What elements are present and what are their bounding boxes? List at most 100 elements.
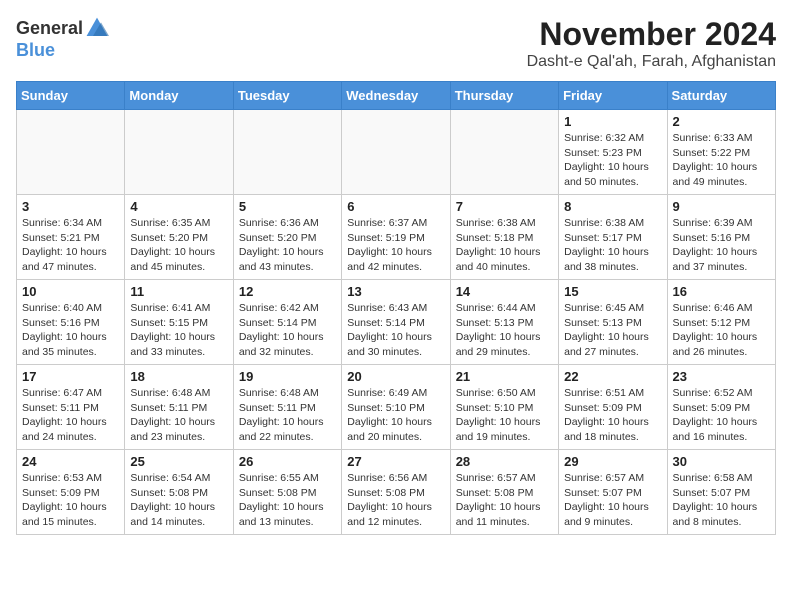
day-number: 9 (673, 199, 770, 214)
day-number: 24 (22, 454, 119, 469)
calendar-cell: 14Sunrise: 6:44 AM Sunset: 5:13 PM Dayli… (450, 280, 558, 365)
weekday-header: Friday (559, 82, 667, 110)
day-detail: Sunrise: 6:57 AM Sunset: 5:07 PM Dayligh… (564, 471, 661, 530)
day-number: 8 (564, 199, 661, 214)
calendar-cell: 4 Sunrise: 6:35 AM Sunset: 5:20 PM Daylig… (125, 195, 233, 280)
day-number: 6 (347, 199, 444, 214)
calendar-cell: 27Sunrise: 6:56 AM Sunset: 5:08 PM Dayli… (342, 450, 450, 535)
day-detail: Sunrise: 6:46 AM Sunset: 5:12 PM Dayligh… (673, 301, 770, 360)
day-number: 10 (22, 284, 119, 299)
calendar-cell: 24Sunrise: 6:53 AM Sunset: 5:09 PM Dayli… (17, 450, 125, 535)
calendar-cell (17, 110, 125, 195)
calendar-cell: 7 Sunrise: 6:38 AM Sunset: 5:18 PM Daylig… (450, 195, 558, 280)
day-number: 14 (456, 284, 553, 299)
calendar-cell: 17 Sunrise: 6:47 AM Sunset: 5:11 PM Dayli… (17, 365, 125, 450)
calendar-cell: 28Sunrise: 6:57 AM Sunset: 5:08 PM Dayli… (450, 450, 558, 535)
day-detail: Sunrise: 6:38 AM Sunset: 5:18 PM Dayligh… (456, 216, 553, 275)
logo: General Blue (16, 16, 109, 61)
logo-icon (85, 16, 109, 40)
weekday-header-row: SundayMondayTuesdayWednesdayThursdayFrid… (17, 82, 776, 110)
day-detail: Sunrise: 6:50 AM Sunset: 5:10 PM Dayligh… (456, 386, 553, 445)
calendar-cell: 23Sunrise: 6:52 AM Sunset: 5:09 PM Dayli… (667, 365, 775, 450)
calendar-cell: 5 Sunrise: 6:36 AM Sunset: 5:20 PM Daylig… (233, 195, 341, 280)
day-detail: Sunrise: 6:48 AM Sunset: 5:11 PM Dayligh… (130, 386, 227, 445)
day-detail: Sunrise: 6:33 AM Sunset: 5:22 PM Dayligh… (673, 131, 770, 190)
day-number: 16 (673, 284, 770, 299)
day-detail: Sunrise: 6:54 AM Sunset: 5:08 PM Dayligh… (130, 471, 227, 530)
calendar-cell: 25 Sunrise: 6:54 AM Sunset: 5:08 PM Dayli… (125, 450, 233, 535)
day-number: 23 (673, 369, 770, 384)
day-number: 2 (673, 114, 770, 129)
day-number: 20 (347, 369, 444, 384)
day-number: 27 (347, 454, 444, 469)
calendar-cell: 9 Sunrise: 6:39 AM Sunset: 5:16 PM Daylig… (667, 195, 775, 280)
day-number: 28 (456, 454, 553, 469)
calendar-week-row: 24Sunrise: 6:53 AM Sunset: 5:09 PM Dayli… (17, 450, 776, 535)
calendar-week-row: 3 Sunrise: 6:34 AM Sunset: 5:21 PM Daylig… (17, 195, 776, 280)
day-number: 18 (130, 369, 227, 384)
calendar-week-row: 10Sunrise: 6:40 AM Sunset: 5:16 PM Dayli… (17, 280, 776, 365)
day-number: 7 (456, 199, 553, 214)
day-detail: Sunrise: 6:43 AM Sunset: 5:14 PM Dayligh… (347, 301, 444, 360)
calendar-cell: 16 Sunrise: 6:46 AM Sunset: 5:12 PM Dayli… (667, 280, 775, 365)
page-header: General Blue November 2024 Dasht-e Qal'a… (16, 16, 776, 71)
calendar-cell: 3 Sunrise: 6:34 AM Sunset: 5:21 PM Daylig… (17, 195, 125, 280)
calendar-cell: 30 Sunrise: 6:58 AM Sunset: 5:07 PM Dayli… (667, 450, 775, 535)
calendar-cell (342, 110, 450, 195)
day-detail: Sunrise: 6:51 AM Sunset: 5:09 PM Dayligh… (564, 386, 661, 445)
day-detail: Sunrise: 6:32 AM Sunset: 5:23 PM Dayligh… (564, 131, 661, 190)
logo-general: General (16, 18, 83, 39)
day-number: 30 (673, 454, 770, 469)
day-number: 26 (239, 454, 336, 469)
day-number: 17 (22, 369, 119, 384)
calendar-cell: 8Sunrise: 6:38 AM Sunset: 5:17 PM Daylig… (559, 195, 667, 280)
day-number: 4 (130, 199, 227, 214)
day-number: 13 (347, 284, 444, 299)
logo-blue: Blue (16, 40, 55, 60)
day-number: 11 (130, 284, 227, 299)
day-number: 19 (239, 369, 336, 384)
day-detail: Sunrise: 6:58 AM Sunset: 5:07 PM Dayligh… (673, 471, 770, 530)
day-detail: Sunrise: 6:41 AM Sunset: 5:15 PM Dayligh… (130, 301, 227, 360)
calendar-cell: 13 Sunrise: 6:43 AM Sunset: 5:14 PM Dayli… (342, 280, 450, 365)
calendar-cell: 18 Sunrise: 6:48 AM Sunset: 5:11 PM Dayli… (125, 365, 233, 450)
calendar-cell: 29 Sunrise: 6:57 AM Sunset: 5:07 PM Dayli… (559, 450, 667, 535)
location-title: Dasht-e Qal'ah, Farah, Afghanistan (527, 53, 776, 71)
calendar-cell: 21Sunrise: 6:50 AM Sunset: 5:10 PM Dayli… (450, 365, 558, 450)
weekday-header: Thursday (450, 82, 558, 110)
day-number: 1 (564, 114, 661, 129)
day-detail: Sunrise: 6:39 AM Sunset: 5:16 PM Dayligh… (673, 216, 770, 275)
day-number: 25 (130, 454, 227, 469)
calendar-cell: 11 Sunrise: 6:41 AM Sunset: 5:15 PM Dayli… (125, 280, 233, 365)
weekday-header: Saturday (667, 82, 775, 110)
weekday-header: Monday (125, 82, 233, 110)
day-detail: Sunrise: 6:34 AM Sunset: 5:21 PM Dayligh… (22, 216, 119, 275)
calendar-week-row: 17 Sunrise: 6:47 AM Sunset: 5:11 PM Dayli… (17, 365, 776, 450)
day-detail: Sunrise: 6:55 AM Sunset: 5:08 PM Dayligh… (239, 471, 336, 530)
day-detail: Sunrise: 6:35 AM Sunset: 5:20 PM Dayligh… (130, 216, 227, 275)
weekday-header: Wednesday (342, 82, 450, 110)
day-detail: Sunrise: 6:42 AM Sunset: 5:14 PM Dayligh… (239, 301, 336, 360)
day-detail: Sunrise: 6:47 AM Sunset: 5:11 PM Dayligh… (22, 386, 119, 445)
day-detail: Sunrise: 6:37 AM Sunset: 5:19 PM Dayligh… (347, 216, 444, 275)
day-number: 15 (564, 284, 661, 299)
calendar-cell: 26 Sunrise: 6:55 AM Sunset: 5:08 PM Dayli… (233, 450, 341, 535)
calendar-cell (233, 110, 341, 195)
day-detail: Sunrise: 6:45 AM Sunset: 5:13 PM Dayligh… (564, 301, 661, 360)
calendar-cell: 2 Sunrise: 6:33 AM Sunset: 5:22 PM Daylig… (667, 110, 775, 195)
day-number: 29 (564, 454, 661, 469)
day-number: 3 (22, 199, 119, 214)
day-detail: Sunrise: 6:36 AM Sunset: 5:20 PM Dayligh… (239, 216, 336, 275)
day-detail: Sunrise: 6:49 AM Sunset: 5:10 PM Dayligh… (347, 386, 444, 445)
calendar-cell: 12 Sunrise: 6:42 AM Sunset: 5:14 PM Dayli… (233, 280, 341, 365)
calendar-cell: 19Sunrise: 6:48 AM Sunset: 5:11 PM Dayli… (233, 365, 341, 450)
day-number: 12 (239, 284, 336, 299)
calendar-cell: 22Sunrise: 6:51 AM Sunset: 5:09 PM Dayli… (559, 365, 667, 450)
calendar-cell (450, 110, 558, 195)
weekday-header: Sunday (17, 82, 125, 110)
calendar-cell (125, 110, 233, 195)
title-area: November 2024 Dasht-e Qal'ah, Farah, Afg… (527, 16, 776, 71)
day-number: 5 (239, 199, 336, 214)
weekday-header: Tuesday (233, 82, 341, 110)
calendar-cell: 6 Sunrise: 6:37 AM Sunset: 5:19 PM Daylig… (342, 195, 450, 280)
